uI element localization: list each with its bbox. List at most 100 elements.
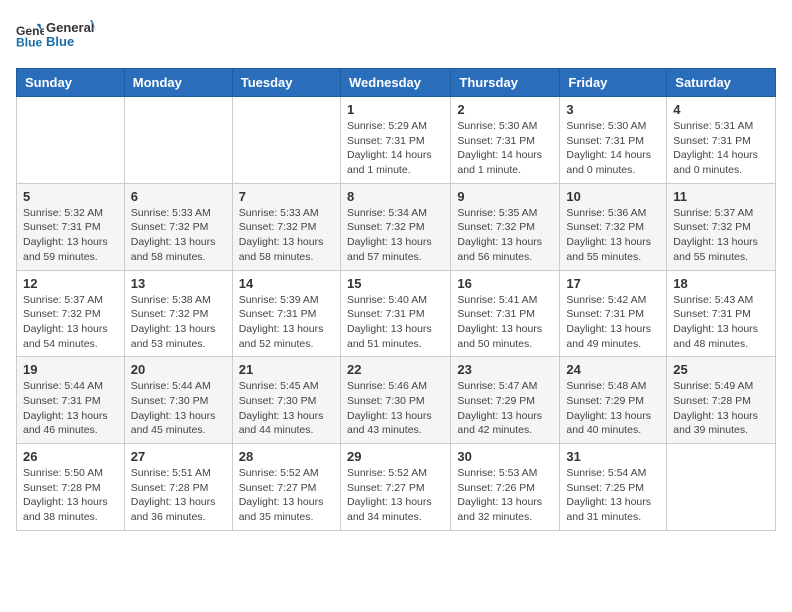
calendar-cell: 15 Sunrise: 5:40 AM Sunset: 7:31 PM Dayli… — [340, 270, 450, 357]
calendar-cell: 13Sunrise: 5:38 AM Sunset: 7:32 PM Dayli… — [124, 270, 232, 357]
calendar-cell: 4 Sunrise: 5:31 AM Sunset: 7:31 PM Daylig… — [667, 97, 776, 184]
calendar-cell — [232, 97, 340, 184]
calendar-cell: 8 Sunrise: 5:34 AM Sunset: 7:32 PM Daylig… — [340, 183, 450, 270]
day-info: Sunrise: 5:35 AM Sunset: 7:32 PM Dayligh… — [457, 206, 553, 265]
day-info: Sunrise: 5:52 AM Sunset: 7:27 PM Dayligh… — [239, 466, 334, 525]
calendar-cell: 19 Sunrise: 5:44 AM Sunset: 7:31 PM Dayli… — [17, 357, 125, 444]
calendar-cell: 22 Sunrise: 5:46 AM Sunset: 7:30 PM Dayli… — [340, 357, 450, 444]
day-number: 29 — [347, 449, 444, 464]
week-row: 19 Sunrise: 5:44 AM Sunset: 7:31 PM Dayli… — [17, 357, 776, 444]
calendar-cell: 6 Sunrise: 5:33 AM Sunset: 7:32 PM Daylig… — [124, 183, 232, 270]
day-info: Sunrise: 5:44 AM Sunset: 7:30 PM Dayligh… — [131, 379, 226, 438]
calendar-cell: 12 Sunrise: 5:37 AM Sunset: 7:32 PM Dayli… — [17, 270, 125, 357]
svg-text:General: General — [46, 20, 94, 35]
day-number: 10 — [566, 189, 660, 204]
day-number: 15 — [347, 276, 444, 291]
day-number: 22 — [347, 362, 444, 377]
header-cell-friday: Friday — [560, 69, 667, 97]
day-info: Sunrise: 5:33 AM Sunset: 7:32 PM Dayligh… — [131, 206, 226, 265]
day-number: 13 — [131, 276, 226, 291]
day-number: 3 — [566, 102, 660, 117]
svg-text:Blue: Blue — [46, 34, 74, 49]
calendar-cell: 14 Sunrise: 5:39 AM Sunset: 7:31 PM Dayli… — [232, 270, 340, 357]
day-info: Sunrise: 5:41 AM Sunset: 7:31 PM Dayligh… — [457, 293, 553, 352]
day-info: Sunrise: 5:53 AM Sunset: 7:26 PM Dayligh… — [457, 466, 553, 525]
header-cell-monday: Monday — [124, 69, 232, 97]
calendar-cell: 1Sunrise: 5:29 AM Sunset: 7:31 PM Daylig… — [340, 97, 450, 184]
calendar-cell: 9 Sunrise: 5:35 AM Sunset: 7:32 PM Daylig… — [451, 183, 560, 270]
header-cell-wednesday: Wednesday — [340, 69, 450, 97]
calendar-cell: 16Sunrise: 5:41 AM Sunset: 7:31 PM Dayli… — [451, 270, 560, 357]
day-info: Sunrise: 5:37 AM Sunset: 7:32 PM Dayligh… — [673, 206, 769, 265]
day-number: 7 — [239, 189, 334, 204]
day-info: Sunrise: 5:54 AM Sunset: 7:25 PM Dayligh… — [566, 466, 660, 525]
calendar-cell: 27 Sunrise: 5:51 AM Sunset: 7:28 PM Dayli… — [124, 444, 232, 531]
day-number: 12 — [23, 276, 118, 291]
calendar-cell: 30 Sunrise: 5:53 AM Sunset: 7:26 PM Dayli… — [451, 444, 560, 531]
day-info: Sunrise: 5:29 AM Sunset: 7:31 PM Dayligh… — [347, 119, 444, 178]
logo-icon: General Blue — [16, 22, 44, 50]
day-number: 23 — [457, 362, 553, 377]
day-number: 24 — [566, 362, 660, 377]
calendar-cell — [124, 97, 232, 184]
calendar-cell: 25 Sunrise: 5:49 AM Sunset: 7:28 PM Dayli… — [667, 357, 776, 444]
day-number: 6 — [131, 189, 226, 204]
day-number: 5 — [23, 189, 118, 204]
day-info: Sunrise: 5:34 AM Sunset: 7:32 PM Dayligh… — [347, 206, 444, 265]
day-number: 2 — [457, 102, 553, 117]
day-info: Sunrise: 5:36 AM Sunset: 7:32 PM Dayligh… — [566, 206, 660, 265]
week-row: 26 Sunrise: 5:50 AM Sunset: 7:28 PM Dayli… — [17, 444, 776, 531]
day-info: Sunrise: 5:44 AM Sunset: 7:31 PM Dayligh… — [23, 379, 118, 438]
day-number: 4 — [673, 102, 769, 117]
day-info: Sunrise: 5:30 AM Sunset: 7:31 PM Dayligh… — [457, 119, 553, 178]
calendar-cell: 28 Sunrise: 5:52 AM Sunset: 7:27 PM Dayli… — [232, 444, 340, 531]
logo: General Blue General Blue — [16, 16, 96, 56]
svg-text:Blue: Blue — [16, 35, 43, 49]
day-number: 20 — [131, 362, 226, 377]
day-number: 19 — [23, 362, 118, 377]
calendar-cell: 29Sunrise: 5:52 AM Sunset: 7:27 PM Dayli… — [340, 444, 450, 531]
calendar-cell: 7Sunrise: 5:33 AM Sunset: 7:32 PM Daylig… — [232, 183, 340, 270]
day-info: Sunrise: 5:49 AM Sunset: 7:28 PM Dayligh… — [673, 379, 769, 438]
week-row: 5Sunrise: 5:32 AM Sunset: 7:31 PM Daylig… — [17, 183, 776, 270]
day-info: Sunrise: 5:50 AM Sunset: 7:28 PM Dayligh… — [23, 466, 118, 525]
day-info: Sunrise: 5:46 AM Sunset: 7:30 PM Dayligh… — [347, 379, 444, 438]
day-number: 9 — [457, 189, 553, 204]
week-row: 1Sunrise: 5:29 AM Sunset: 7:31 PM Daylig… — [17, 97, 776, 184]
calendar-cell: 5Sunrise: 5:32 AM Sunset: 7:31 PM Daylig… — [17, 183, 125, 270]
day-number: 30 — [457, 449, 553, 464]
calendar-cell: 17Sunrise: 5:42 AM Sunset: 7:31 PM Dayli… — [560, 270, 667, 357]
calendar-cell: 31 Sunrise: 5:54 AM Sunset: 7:25 PM Dayli… — [560, 444, 667, 531]
day-info: Sunrise: 5:31 AM Sunset: 7:31 PM Dayligh… — [673, 119, 769, 178]
calendar-cell: 21Sunrise: 5:45 AM Sunset: 7:30 PM Dayli… — [232, 357, 340, 444]
day-number: 26 — [23, 449, 118, 464]
day-number: 25 — [673, 362, 769, 377]
calendar-cell: 24Sunrise: 5:48 AM Sunset: 7:29 PM Dayli… — [560, 357, 667, 444]
day-info: Sunrise: 5:43 AM Sunset: 7:31 PM Dayligh… — [673, 293, 769, 352]
day-info: Sunrise: 5:51 AM Sunset: 7:28 PM Dayligh… — [131, 466, 226, 525]
header-cell-saturday: Saturday — [667, 69, 776, 97]
page-header: General Blue General Blue — [16, 16, 776, 56]
day-number: 27 — [131, 449, 226, 464]
header-cell-thursday: Thursday — [451, 69, 560, 97]
header-cell-sunday: Sunday — [17, 69, 125, 97]
calendar-cell — [17, 97, 125, 184]
day-number: 28 — [239, 449, 334, 464]
calendar-cell: 11Sunrise: 5:37 AM Sunset: 7:32 PM Dayli… — [667, 183, 776, 270]
day-number: 18 — [673, 276, 769, 291]
day-info: Sunrise: 5:37 AM Sunset: 7:32 PM Dayligh… — [23, 293, 118, 352]
calendar-cell: 26 Sunrise: 5:50 AM Sunset: 7:28 PM Dayli… — [17, 444, 125, 531]
calendar-cell: 3Sunrise: 5:30 AM Sunset: 7:31 PM Daylig… — [560, 97, 667, 184]
calendar-cell: 18 Sunrise: 5:43 AM Sunset: 7:31 PM Dayli… — [667, 270, 776, 357]
day-info: Sunrise: 5:39 AM Sunset: 7:31 PM Dayligh… — [239, 293, 334, 352]
calendar-table: SundayMondayTuesdayWednesdayThursdayFrid… — [16, 68, 776, 531]
day-number: 31 — [566, 449, 660, 464]
calendar-cell: 2 Sunrise: 5:30 AM Sunset: 7:31 PM Daylig… — [451, 97, 560, 184]
week-row: 12 Sunrise: 5:37 AM Sunset: 7:32 PM Dayli… — [17, 270, 776, 357]
day-info: Sunrise: 5:40 AM Sunset: 7:31 PM Dayligh… — [347, 293, 444, 352]
day-number: 8 — [347, 189, 444, 204]
header-cell-tuesday: Tuesday — [232, 69, 340, 97]
calendar-cell: 23Sunrise: 5:47 AM Sunset: 7:29 PM Dayli… — [451, 357, 560, 444]
calendar-cell — [667, 444, 776, 531]
day-number: 14 — [239, 276, 334, 291]
